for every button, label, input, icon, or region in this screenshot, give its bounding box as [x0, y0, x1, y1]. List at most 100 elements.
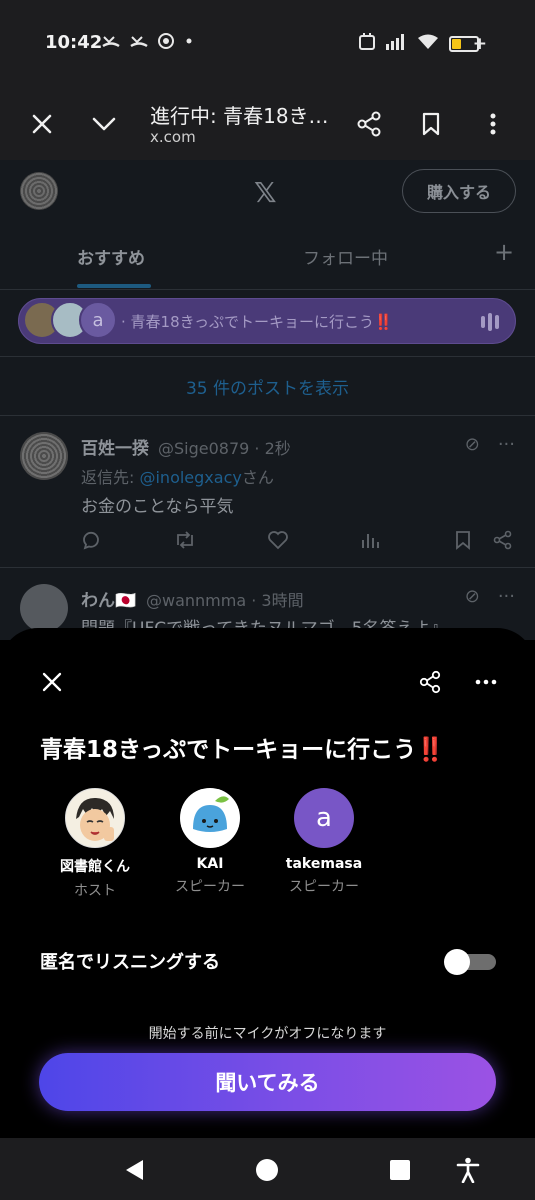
tab-following[interactable]: フォロー中 [303, 244, 388, 269]
participant-name: KAI [196, 856, 224, 872]
add-tab-button[interactable]: + [494, 238, 514, 266]
tab-url: x.com [150, 128, 196, 146]
home-button[interactable] [253, 1156, 281, 1184]
grok-icon[interactable]: ⊘ [465, 586, 480, 607]
avatar [180, 788, 240, 848]
grok-icon[interactable]: ⊘ [465, 434, 480, 455]
participant-speaker-takemasa[interactable]: a takemasa スピーカー [269, 788, 379, 896]
reply-icon[interactable] [81, 530, 101, 555]
anonymous-listen-toggle[interactable] [444, 949, 496, 975]
participant-speaker-kai[interactable]: KAI スピーカー [155, 788, 265, 896]
participant-name: 図書館くん [60, 859, 130, 875]
tweet-text: お金のことなら平気 [81, 497, 234, 517]
toggle-knob [444, 949, 470, 975]
listen-button[interactable]: 聞いてみる [39, 1053, 496, 1111]
space-title: 青春18きっぷでトーキョーに行こう‼️ [40, 730, 445, 764]
accessibility-icon [456, 1157, 480, 1183]
android-nav-bar [0, 1138, 535, 1200]
space-bottom-sheet: 青春18きっぷでトーキョーに行こう‼️ 図書館くん ホスト KAI スピーカー … [0, 628, 535, 1138]
close-icon [42, 672, 62, 692]
tweet-author-handle: @wannmma · 3時間 [146, 591, 304, 610]
accessibility-button[interactable] [454, 1156, 482, 1184]
host-avatar-illustration [66, 789, 124, 847]
share-tab-button[interactable] [353, 108, 385, 140]
close-sheet-button[interactable] [36, 666, 68, 698]
status-time: 10:42 [45, 32, 103, 53]
notification-icons [102, 33, 194, 53]
space-title-emoji: ‼️ [416, 737, 445, 763]
participant-role: ホスト [74, 883, 116, 899]
buy-button[interactable]: 購入する [402, 169, 516, 213]
home-circle-icon [256, 1159, 278, 1181]
reply-to-line: 返信先: @inolegxacyさん [81, 464, 274, 488]
retweet-icon[interactable] [174, 530, 196, 555]
show-new-posts-link[interactable]: 35 件のポストを表示 [0, 356, 535, 416]
x-timeline-page: 𝕏 購入する おすすめ フォロー中 + a · 青春18きっぷでトーキョーに行こ… [0, 160, 535, 640]
status-bar: 10:42 + [0, 0, 535, 88]
participant-host[interactable]: 図書館くん ホスト [40, 788, 150, 900]
bookmark-tab-button[interactable] [415, 108, 447, 140]
pill-avatars: a [23, 301, 117, 339]
calendar-icon [358, 33, 375, 55]
close-icon [32, 114, 52, 134]
profile-avatar[interactable] [20, 172, 58, 210]
participant-name: takemasa [285, 856, 363, 872]
participant-role: スピーカー [289, 879, 359, 895]
reply-suffix: さん [241, 468, 274, 487]
avatar: a [294, 788, 354, 848]
space-pill-title: · 青春18きっぷでトーキョーに行こう‼️ [121, 313, 393, 331]
like-icon[interactable] [267, 530, 289, 555]
avatar [65, 788, 125, 848]
tab-recommended[interactable]: おすすめ [77, 244, 145, 269]
bookmark-icon[interactable] [455, 530, 471, 555]
timeline-tabs: おすすめ フォロー中 + [0, 222, 535, 290]
tweet-top-actions: ⊘ ··· [465, 434, 515, 455]
chevron-down-icon [92, 117, 116, 131]
battery-icon [448, 36, 479, 52]
back-button[interactable] [120, 1156, 148, 1184]
system-icons: + [358, 33, 487, 55]
more-options-button[interactable] [470, 666, 502, 698]
active-tab-indicator [77, 284, 151, 288]
participant-role: スピーカー [175, 879, 245, 895]
tweet-author-name[interactable]: わん🇯🇵 [81, 586, 136, 611]
mic-off-note: 開始する前にマイクがオフになります [148, 1026, 387, 1042]
signal-icon [385, 34, 407, 54]
recents-square-icon [390, 1160, 410, 1180]
views-icon[interactable] [360, 530, 380, 555]
anonymous-listen-label: 匿名でリスニングする [40, 952, 220, 973]
recents-button[interactable] [386, 1156, 414, 1184]
bookmark-icon [422, 112, 440, 136]
custom-tab-toolbar: 進行中: 青春18き… x.com [0, 88, 535, 160]
minimize-tab-button[interactable] [88, 108, 120, 140]
share-icon[interactable] [493, 530, 513, 555]
avatar[interactable] [20, 432, 68, 480]
avatar[interactable] [20, 584, 68, 632]
share-icon [357, 111, 381, 137]
chrome-icon [158, 33, 174, 53]
avatar: a [79, 301, 117, 339]
more-options-button[interactable] [477, 108, 509, 140]
missed-call-icon [130, 33, 148, 53]
live-space-pill[interactable]: a · 青春18きっぷでトーキョーに行こう‼️ [18, 298, 516, 344]
space-title-text: 青春18きっぷでトーキョーに行こう [40, 737, 417, 763]
wifi-icon [417, 34, 439, 54]
tweet-author-name[interactable]: 百姓一揆 [81, 434, 149, 459]
close-tab-button[interactable] [26, 108, 58, 140]
share-space-button[interactable] [414, 666, 446, 698]
x-logo-icon: 𝕏 [254, 176, 277, 209]
more-vertical-icon [490, 113, 496, 135]
battery-charging-icon: + [448, 34, 487, 54]
tweet[interactable]: 百姓一揆 @Sige0879 · 2秒 ⊘ ··· 返信先: @inolegxa… [0, 416, 535, 568]
more-horizontal-icon[interactable]: ··· [498, 586, 515, 607]
tweet-author-handle: @Sige0879 · 2秒 [158, 439, 291, 458]
reply-mention[interactable]: @inolegxacy [139, 468, 241, 487]
reply-prefix: 返信先: [81, 468, 140, 487]
share-icon [419, 670, 441, 694]
missed-call-icon [102, 33, 120, 53]
tab-page-title: 進行中: 青春18き… [150, 104, 329, 128]
kai-avatar-illustration [181, 789, 239, 847]
tweet-top-actions: ⊘ ··· [465, 586, 515, 607]
more-horizontal-icon [475, 679, 497, 685]
more-horizontal-icon[interactable]: ··· [498, 434, 515, 455]
